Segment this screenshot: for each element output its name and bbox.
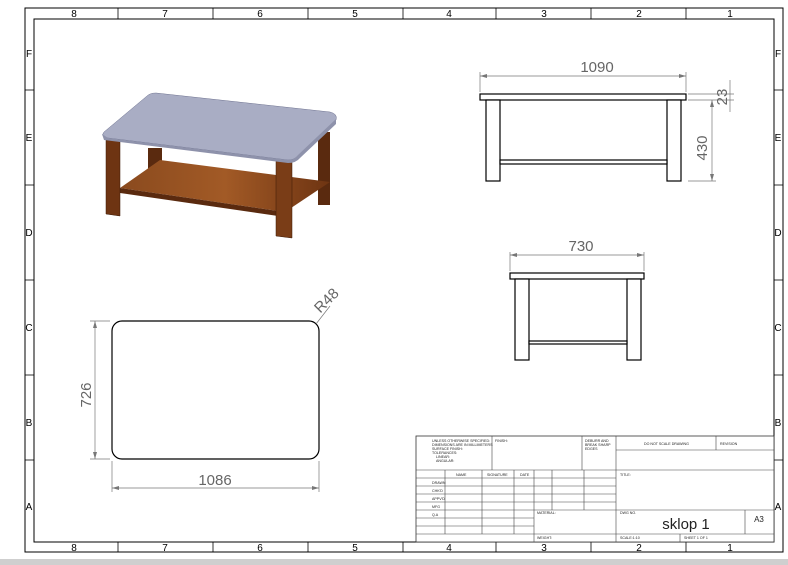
tb-sheet: SHEET 1 OF 1 <box>684 536 708 540</box>
zone-col-6-bottom: 6 <box>257 543 263 554</box>
side-view-leg-right <box>626 278 642 361</box>
dim-top-length: 1086 <box>198 472 231 489</box>
zone-col-4-top: 4 <box>446 9 452 20</box>
iso-leg-back-right <box>318 132 330 205</box>
tb-row-drawn: DRAWN <box>432 481 446 485</box>
zone-row-d-right: D <box>774 228 781 239</box>
front-view[interactable]: 1090 23 430 <box>479 59 734 182</box>
drawing-sheet: 8 7 6 5 4 3 2 1 8 7 6 5 4 3 2 1 F E D C … <box>24 7 784 554</box>
iso-leg-front-left <box>105 139 121 217</box>
dim-front-top-thickness: 23 <box>714 89 731 106</box>
dim-front-height: 430 <box>694 135 711 160</box>
tb-col-date: DATE <box>520 473 530 477</box>
zone-row-b-left: B <box>26 418 33 429</box>
dim-top-radius: R48 <box>311 285 342 316</box>
tb-title-label: TITLE: <box>620 473 631 477</box>
tb-sheet-size: A3 <box>754 515 764 524</box>
front-view-leg-left <box>485 99 501 182</box>
zone-col-1-bottom: 1 <box>727 543 733 554</box>
zone-row-a-right: A <box>775 502 782 513</box>
zone-row-f-left: F <box>26 49 32 60</box>
zone-col-2-bottom: 2 <box>636 543 642 554</box>
zone-col-1-top: 1 <box>727 9 733 20</box>
front-view-top <box>479 93 687 101</box>
tb-row-chkd: CHK'D <box>432 489 443 493</box>
tb-row-appvd: APPV'D <box>432 497 445 501</box>
zone-col-5-top: 5 <box>352 9 358 20</box>
tb-finish: FINISH: <box>495 439 508 443</box>
side-view-shelf <box>528 340 628 345</box>
zone-row-d-left: D <box>25 228 32 239</box>
dim-side-width: 730 <box>568 238 593 255</box>
tb-dwg-no-label: DWG NO. <box>620 511 636 515</box>
isometric-view[interactable] <box>102 92 337 239</box>
side-view-leg-left <box>514 278 530 361</box>
tb-material-label: MATERIAL: <box>537 511 556 515</box>
zone-row-e-right: E <box>775 133 782 144</box>
tb-weight-label: WEIGHT: <box>537 536 552 540</box>
zone-row-e-left: E <box>26 133 33 144</box>
tb-row-qa: Q.A <box>432 513 439 517</box>
zone-col-6-top: 6 <box>257 9 263 20</box>
tb-dwg-no: sklop 1 <box>662 516 710 533</box>
zone-col-3-bottom: 3 <box>541 543 547 554</box>
front-view-shelf <box>499 159 668 165</box>
tb-do-not-scale: DO NOT SCALE DRAWING <box>644 442 689 446</box>
tb-revision: REVISION <box>720 442 738 446</box>
top-view-outline <box>111 320 320 460</box>
top-view[interactable]: R48 1086 726 <box>78 285 343 492</box>
zone-col-8-bottom: 8 <box>71 543 77 554</box>
zone-col-2-top: 2 <box>636 9 642 20</box>
zone-row-f-right: F <box>775 49 781 60</box>
tb-col-name: NAME <box>456 473 467 477</box>
dim-front-length: 1090 <box>580 59 613 76</box>
zone-row-b-right: B <box>775 418 782 429</box>
iso-leg-front-right <box>275 159 293 239</box>
dim-top-width: 726 <box>78 382 95 407</box>
zone-col-4-bottom: 4 <box>446 543 452 554</box>
tb-general-6: ANGULAR: <box>436 459 454 463</box>
side-view-top <box>509 272 645 280</box>
tb-scale: SCALE:1:10 <box>620 536 640 540</box>
side-view[interactable]: 730 <box>509 238 645 361</box>
tb-deburr-3: EDGES <box>585 447 598 451</box>
zone-row-c-right: C <box>774 323 781 334</box>
tb-row-mfg: MFG <box>432 505 440 509</box>
zone-row-a-left: A <box>26 502 33 513</box>
zone-col-5-bottom: 5 <box>352 543 358 554</box>
window-bottom-edge <box>0 559 788 565</box>
tb-col-signature: SIGNATURE <box>487 473 508 477</box>
zone-col-7-top: 7 <box>162 9 168 20</box>
zone-col-7-bottom: 7 <box>162 543 168 554</box>
zone-col-8-top: 8 <box>71 9 77 20</box>
zone-col-3-top: 3 <box>541 9 547 20</box>
iso-table-top <box>102 92 337 161</box>
zone-row-c-left: C <box>25 323 32 334</box>
front-view-leg-right <box>666 99 682 182</box>
title-block: UNLESS OTHERWISE SPECIFIED: DIMENSIONS A… <box>415 435 775 543</box>
